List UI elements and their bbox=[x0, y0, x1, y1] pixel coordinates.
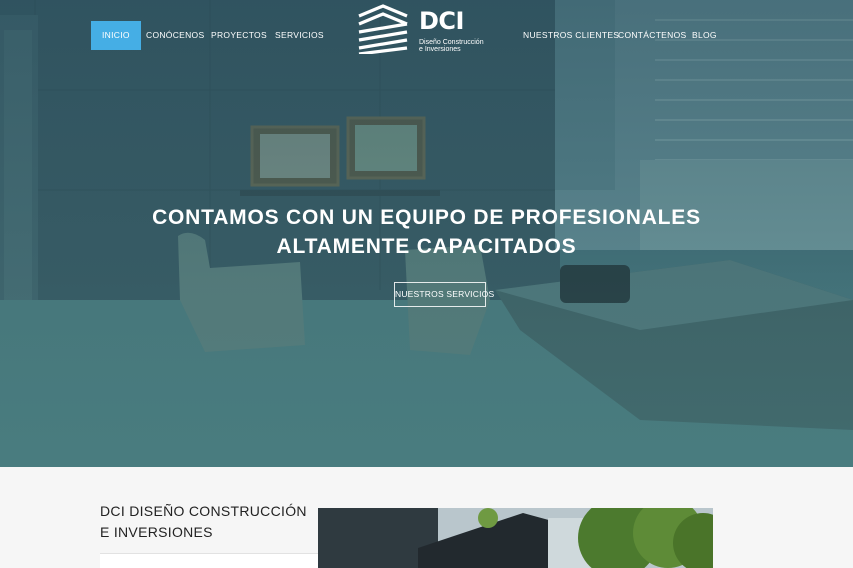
building-stripes-icon bbox=[358, 4, 408, 54]
logo-tagline-line2: e Inversiones bbox=[419, 46, 461, 53]
about-text-card bbox=[100, 553, 335, 568]
nav-item-servicios[interactable]: SERVICIOS bbox=[275, 21, 324, 50]
logo-wordmark: DCI bbox=[419, 7, 464, 35]
nav-item-proyectos[interactable]: PROYECTOS bbox=[211, 21, 267, 50]
nav-item-inicio[interactable]: INICIO bbox=[91, 21, 141, 50]
about-title-line1: DCI DISEÑO CONSTRUCCIÓN bbox=[100, 503, 307, 519]
nav-item-contactenos[interactable]: CONTÁCTENOS bbox=[618, 21, 686, 50]
about-section: DCI DISEÑO CONSTRUCCIÓN E INVERSIONES bbox=[0, 467, 853, 568]
site-logo[interactable]: DCI Diseño Construcción e Inversiones bbox=[357, 4, 487, 54]
nav-item-blog[interactable]: BLOG bbox=[692, 21, 717, 50]
nuestros-servicios-button[interactable]: NUESTROS SERVICIOS bbox=[394, 282, 494, 307]
hero-headline-line1: CONTAMOS CON UN EQUIPO DE PROFESIONALES bbox=[152, 206, 701, 229]
hero-headline-line2: ALTAMENTE CAPACITADOS bbox=[276, 235, 577, 258]
hero-banner: INICIO CONÓCENOS PROYECTOS SERVICIOS NUE… bbox=[0, 0, 853, 467]
nav-item-nuestros-clientes[interactable]: NUESTROS CLIENTES bbox=[523, 21, 619, 50]
nav-item-conocenos[interactable]: CONÓCENOS bbox=[146, 21, 204, 50]
building-photo bbox=[318, 508, 713, 568]
about-title-line2: E INVERSIONES bbox=[100, 524, 213, 540]
